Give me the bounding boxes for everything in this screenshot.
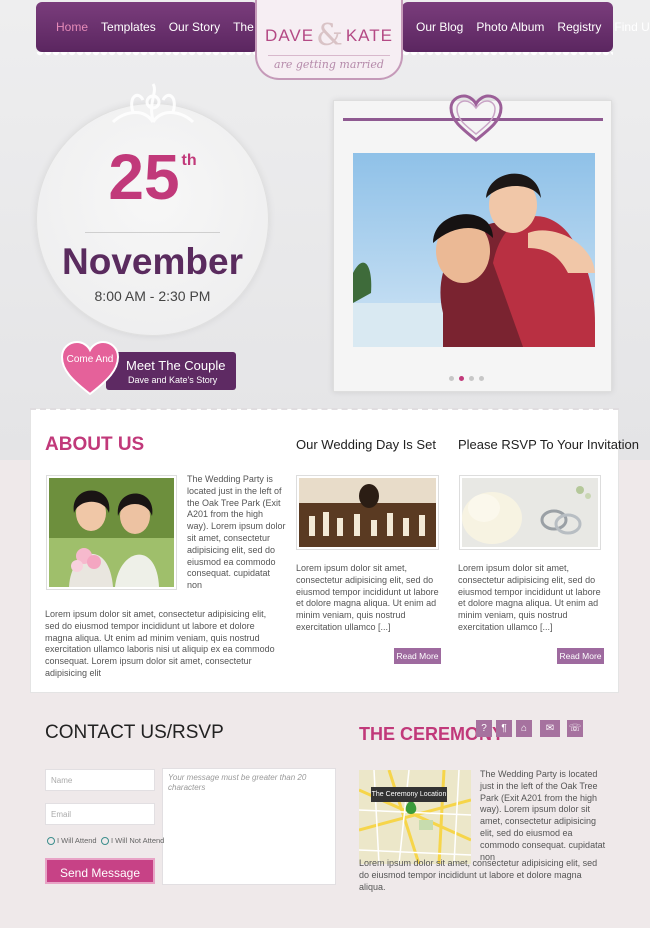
about-side-text: The Wedding Party is located just in the… (187, 474, 286, 591)
meet-couple-title: Meet The Couple (126, 358, 226, 373)
cocktail-icon[interactable]: ⌂ (516, 720, 532, 737)
nav-find-us[interactable]: Find Us (614, 20, 650, 34)
radio-icon (101, 836, 109, 845)
logo-name-2: KATE (345, 26, 393, 45)
not-attend-radio[interactable]: I Will Not Attend (101, 836, 164, 845)
date-badge: 25th November 8:00 AM - 2:30 PM (36, 83, 269, 336)
slider-dot[interactable] (449, 376, 454, 381)
about-body-text: Lorem ipsum dolor sit amet, consectetur … (45, 609, 275, 678)
send-message-button[interactable]: Send Message (45, 858, 155, 884)
date-divider (85, 232, 220, 233)
nav-templates[interactable]: Templates (101, 20, 156, 34)
wedding-photo (296, 475, 439, 550)
slider-dot[interactable] (479, 376, 484, 381)
radio-icon (47, 836, 55, 845)
nav-our-story[interactable]: Our Story (169, 20, 220, 34)
panel-stitch (30, 408, 619, 410)
about-title: ABOUT US (45, 434, 145, 455)
nav-left: Home Templates Our Story The Wedding (36, 2, 304, 58)
slider-dots (449, 376, 484, 381)
nav-right: Our Blog Photo Album Registry Find Us (402, 2, 650, 58)
help-icon[interactable]: ? (476, 720, 492, 737)
rsvp-invitation-title: Please RSVP To Your Invitation (458, 437, 639, 452)
rsvp-invitation-text: Lorem ipsum dolor sit amet, consectetur … (458, 563, 601, 632)
ceremony-text-bottom: Lorem ipsum dolor sit amet, consectetur … (359, 858, 598, 892)
nav-registry[interactable]: Registry (557, 20, 601, 34)
nav-our-blog[interactable]: Our Blog (416, 20, 463, 34)
message-field[interactable]: Your message must be greater than 20 cha… (162, 768, 336, 885)
car-icon[interactable]: ✉ (540, 720, 560, 737)
logo-names: DAVE& KATE (257, 14, 401, 53)
nav-trim (402, 52, 613, 58)
slider-dot[interactable] (469, 376, 474, 381)
heart-text: Come And (66, 354, 114, 365)
not-attend-label: I Will Not Attend (111, 836, 165, 845)
heart-ornament-icon (449, 94, 503, 142)
day-suffix: th (181, 152, 197, 169)
rings-photo (459, 475, 601, 550)
ornament-icon (111, 83, 195, 124)
rsvp-read-more-button[interactable]: Read More (557, 648, 604, 664)
wedding-read-more-button[interactable]: Read More (394, 648, 441, 664)
logo-ampersand: & (316, 18, 344, 53)
meet-couple-subtitle: Dave and Kate's Story (128, 375, 218, 385)
ceremony-text-side: The Wedding Party is located just in the… (480, 769, 606, 862)
wedding-month: November (62, 241, 243, 282)
nav-home[interactable]: Home (56, 20, 88, 34)
heart-icon (60, 340, 120, 396)
slider-dot-active[interactable] (459, 376, 464, 381)
wedding-day-title: Our Wedding Day Is Set (296, 437, 436, 452)
map-label: The Ceremony Location (371, 787, 447, 802)
logo-name-1: DAVE (265, 26, 315, 45)
about-photo (46, 475, 177, 590)
wedding-day: 25th (108, 141, 197, 213)
name-field[interactable]: Name (45, 769, 155, 791)
nav-trim (36, 52, 258, 58)
couple-photo (353, 153, 595, 347)
attend-label: I Will Attend (57, 836, 97, 845)
wedding-time: 8:00 AM - 2:30 PM (94, 288, 211, 304)
dining-icon[interactable]: ¶ (496, 720, 512, 737)
email-field[interactable]: Email (45, 803, 155, 825)
restroom-icon[interactable]: ☏ (567, 720, 583, 737)
wedding-day-text: Lorem ipsum dolor sit amet, consectetur … (296, 563, 439, 632)
nav-photo-album[interactable]: Photo Album (476, 20, 544, 34)
logo-tagline: are getting married (268, 55, 390, 73)
site-logo[interactable]: DAVE& KATE are getting married (255, 0, 403, 80)
contact-title: CONTACT US/RSVP (45, 722, 224, 743)
ceremony-map[interactable] (359, 770, 471, 864)
attend-radio[interactable]: I Will Attend (47, 836, 97, 845)
